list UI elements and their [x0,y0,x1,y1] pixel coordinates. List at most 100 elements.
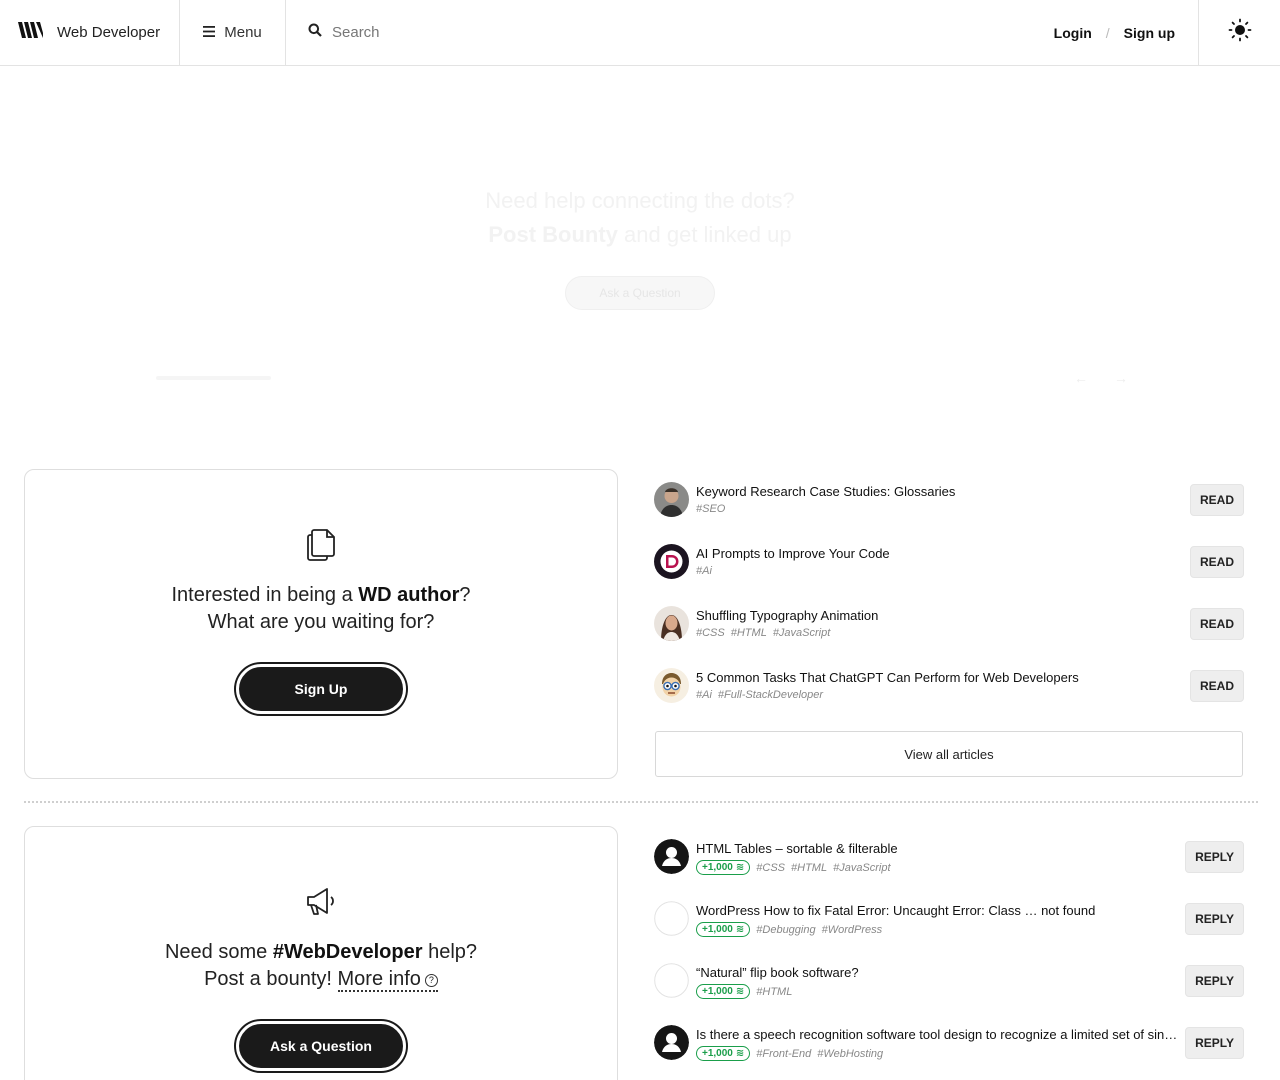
site-header: Web Developer Menu Login / Sign up [0,0,1280,66]
article-title[interactable]: 5 Common Tasks That ChatGPT Can Perform … [696,670,1079,685]
view-all-articles-button[interactable]: View all articles [655,731,1243,777]
megaphone-icon [25,885,617,919]
avatar [654,606,689,641]
arrow-left-icon[interactable]: ← [1074,370,1088,386]
tag[interactable]: #Debugging [756,924,815,936]
brand[interactable]: Web Developer [0,0,180,65]
hero-heading: Need help connecting the dots? [485,188,795,213]
author-pitch-line2: What are you waiting for? [207,611,435,633]
bounty-badge: +1,000 ≋ [696,1046,751,1061]
read-button[interactable]: READ [1189,670,1244,702]
search-bar [286,0,1054,65]
signup-link[interactable]: Sign up [1124,25,1175,41]
bounty-pitch-post: help? [422,941,478,963]
author-pitch-post: ? [459,584,471,606]
list-item[interactable]: Is there a speech recognition software t… [654,1025,1246,1080]
list-item[interactable]: WordPress How to fix Fatal Error: Uncaug… [654,901,1246,963]
more-info-link[interactable]: More info? [337,968,438,992]
tag[interactable]: #Ai [696,689,712,701]
sun-icon [1228,18,1252,47]
avatar [654,544,689,579]
reply-button[interactable]: REPLY [1185,965,1244,997]
tag[interactable]: #CSS [756,862,785,874]
reply-button[interactable]: REPLY [1185,1027,1244,1059]
author-pitch: Interested in being a WD author? What ar… [25,582,617,636]
search-icon [308,23,322,42]
login-link[interactable]: Login [1054,25,1092,41]
more-info-label: More info [337,968,421,990]
bounty-amount: +1,000 [702,924,733,935]
read-button[interactable]: READ [1189,608,1244,640]
question-tags: +1,000 ≋ #CSS #HTML #JavaScript [696,860,891,875]
theme-toggle-button[interactable] [1198,0,1280,65]
hero-section: Need help connecting the dots? Post Boun… [0,66,1280,466]
avatar [654,482,689,517]
list-item[interactable]: “Natural” flip book software? +1,000 ≋ #H… [654,963,1246,1025]
logo-icon [18,22,43,43]
search-input[interactable] [332,24,832,41]
coin-icon: ≋ [735,1048,745,1059]
avatar [654,901,689,936]
tag[interactable]: #HTML [791,862,827,874]
author-card: Interested in being a WD author? What ar… [24,469,618,779]
read-button[interactable]: READ [1189,484,1244,516]
avatar [654,668,689,703]
list-item[interactable]: 5 Common Tasks That ChatGPT Can Perform … [654,668,1246,730]
author-pitch-bold: WD author [358,584,460,606]
bounty-badge: +1,000 ≋ [696,984,751,999]
bounty-badge: +1,000 ≋ [696,922,751,937]
article-title[interactable]: AI Prompts to Improve Your Code [696,546,890,561]
tag[interactable]: #WordPress [822,924,883,936]
tag[interactable]: #Ai [696,565,712,577]
tag[interactable]: #JavaScript [833,862,890,874]
articles-list: Keyword Research Case Studies: Glossarie… [654,482,1246,730]
menu-button[interactable]: Menu [180,0,286,65]
reply-button[interactable]: REPLY [1185,903,1244,935]
section-divider [24,801,1258,803]
list-item[interactable]: Keyword Research Case Studies: Glossarie… [654,482,1246,544]
tag[interactable]: #Full-StackDeveloper [718,689,823,701]
bounty-pitch-line2: Post a bounty! [204,968,338,990]
question-tags: +1,000 ≋ #Debugging #WordPress [696,922,882,937]
tag[interactable]: #SEO [696,503,725,515]
bounty-card: Need some #WebDeveloper help? Post a bou… [24,826,618,1080]
read-button[interactable]: READ [1189,546,1244,578]
avatar [654,963,689,998]
question-title[interactable]: HTML Tables – sortable & filterable [696,841,898,856]
bounty-amount: +1,000 [702,862,733,873]
question-title[interactable]: WordPress How to fix Fatal Error: Uncaug… [696,903,1095,918]
list-item[interactable]: HTML Tables – sortable & filterable +1,0… [654,839,1246,901]
tag[interactable]: #JavaScript [773,627,830,639]
reply-button[interactable]: REPLY [1185,841,1244,873]
hero-pagination[interactable] [156,376,271,380]
tag[interactable]: #CSS [696,627,725,639]
article-title[interactable]: Shuffling Typography Animation [696,608,878,623]
author-signup-button[interactable]: Sign Up [236,664,406,714]
auth-links: Login / Sign up [1054,0,1198,65]
article-tags: #Ai [696,565,712,577]
auth-separator: / [1105,24,1110,41]
tag[interactable]: #Front-End [756,1048,811,1060]
bounty-pitch: Need some #WebDeveloper help? Post a bou… [25,939,617,993]
article-tags: #CSS #HTML #JavaScript [696,627,830,639]
question-title[interactable]: “Natural” flip book software? [696,965,859,980]
question-tags: +1,000 ≋ #HTML [696,984,792,999]
hero-bold: Post Bounty [488,222,618,247]
coin-icon: ≋ [735,986,745,997]
tag[interactable]: #WebHosting [817,1048,883,1060]
bounty-pitch-pre: Need some [164,941,273,963]
ask-question-button[interactable]: Ask a Question [236,1021,406,1071]
question-tags: +1,000 ≋ #Front-End #WebHosting [696,1046,883,1061]
bounty-pitch-bold: #WebDeveloper [272,941,423,963]
list-item[interactable]: AI Prompts to Improve Your Code #Ai READ [654,544,1246,606]
hero-rest: and get linked up [617,222,792,247]
article-title[interactable]: Keyword Research Case Studies: Glossarie… [696,484,955,499]
list-item[interactable]: Shuffling Typography Animation #CSS #HTM… [654,606,1246,668]
question-circle-icon: ? [424,974,438,987]
tag[interactable]: #HTML [731,627,767,639]
arrow-right-icon[interactable]: → [1114,370,1128,386]
question-title[interactable]: Is there a speech recognition software t… [696,1027,1180,1042]
tag[interactable]: #HTML [756,986,792,998]
hero-ask-button[interactable]: Ask a Question [565,276,715,310]
bounty-badge: +1,000 ≋ [696,860,751,875]
